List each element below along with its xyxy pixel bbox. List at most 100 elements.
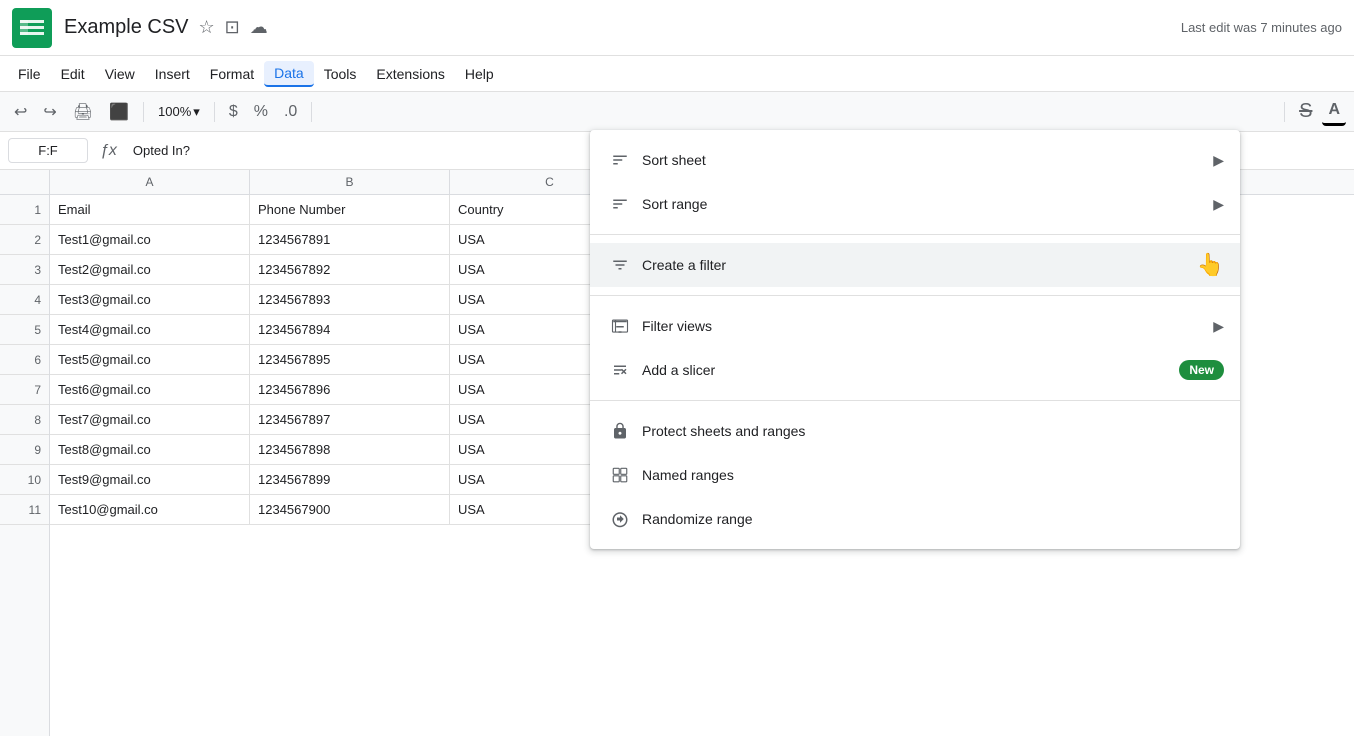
sort-sheet-arrow-icon: ▶ [1213,152,1224,169]
row-9[interactable]: 9 [0,435,49,465]
menu-item-protect-sheets[interactable]: Protect sheets and ranges [590,409,1240,453]
add-slicer-icon [606,361,634,379]
row-2[interactable]: 2 [0,225,49,255]
cell-a4[interactable]: Test3@gmail.co [50,285,250,315]
cell-b8[interactable]: 1234567897 [250,405,450,435]
cell-reference[interactable]: F:F [8,138,88,163]
divider-2 [590,295,1240,296]
currency-button[interactable]: $ [223,99,244,125]
zoom-value: 100% [158,104,191,119]
row-11[interactable]: 11 [0,495,49,525]
sort-sheet-icon [606,151,634,169]
document-title[interactable]: Example CSV [64,16,189,39]
data-dropdown-menu[interactable]: Sort sheet ▶ Sort range ▶ Create a filte… [590,130,1240,549]
cell-a9[interactable]: Test8@gmail.co [50,435,250,465]
row-numbers: 1 2 3 4 5 6 7 8 9 10 11 [0,170,50,736]
col-header-a[interactable]: A [50,170,250,194]
cell-a8[interactable]: Test7@gmail.co [50,405,250,435]
menu-edit[interactable]: Edit [51,62,95,86]
create-filter-label: Create a filter [634,257,1189,273]
divider-1 [590,234,1240,235]
star-icon[interactable]: ☆ [199,17,215,38]
cell-a1[interactable]: Email [50,195,250,225]
new-badge: New [1179,360,1224,380]
menu-view[interactable]: View [95,62,145,86]
menu-item-named-ranges[interactable]: Named ranges [590,453,1240,497]
title-icons: ☆ ⊡ ☁ [199,17,268,38]
cloud-icon[interactable]: ☁ [250,17,268,38]
redo-button[interactable]: ↪ [37,98,62,126]
row-4[interactable]: 4 [0,285,49,315]
cell-a11[interactable]: Test10@gmail.co [50,495,250,525]
menu-extensions[interactable]: Extensions [366,62,454,86]
cell-b4[interactable]: 1234567893 [250,285,450,315]
decimal-button[interactable]: .0 [278,99,303,125]
menu-item-sort-range[interactable]: Sort range ▶ [590,182,1240,226]
cell-b7[interactable]: 1234567896 [250,375,450,405]
sort-range-label: Sort range [634,196,1213,212]
cell-b6[interactable]: 1234567895 [250,345,450,375]
filter-views-arrow-icon: ▶ [1213,318,1224,335]
formula-icon: ƒx [96,142,121,160]
toolbar-divider-right [1284,102,1285,122]
row-6[interactable]: 6 [0,345,49,375]
menu-item-sort-sheet[interactable]: Sort sheet ▶ [590,138,1240,182]
cell-b11[interactable]: 1234567900 [250,495,450,525]
sort-range-icon [606,195,634,213]
cell-b1[interactable]: Phone Number [250,195,450,225]
filter-views-icon [606,317,634,335]
cursor-icon: 👆 [1197,252,1224,278]
menu-item-create-filter[interactable]: Create a filter 👆 [590,243,1240,287]
sort-range-arrow-icon: ▶ [1213,196,1224,213]
menu-item-randomize-range[interactable]: Randomize range [590,497,1240,541]
col-header-b[interactable]: B [250,170,450,194]
cell-a5[interactable]: Test4@gmail.co [50,315,250,345]
protect-sheets-icon [606,422,634,440]
row-10[interactable]: 10 [0,465,49,495]
cell-a7[interactable]: Test6@gmail.co [50,375,250,405]
row-7[interactable]: 7 [0,375,49,405]
toolbar-divider-3 [311,102,312,122]
menu-help[interactable]: Help [455,62,504,86]
menu-bar: File Edit View Insert Format Data Tools … [0,56,1354,92]
percent-button[interactable]: % [248,99,274,125]
randomize-range-icon [606,510,634,528]
cell-b2[interactable]: 1234567891 [250,225,450,255]
text-color-button[interactable]: A [1322,97,1346,126]
strikethrough-button[interactable]: S [1293,96,1318,127]
filter-views-label: Filter views [634,318,1213,334]
undo-button[interactable]: ↩ [8,98,33,126]
menu-tools[interactable]: Tools [314,62,367,86]
cell-b9[interactable]: 1234567898 [250,435,450,465]
menu-data[interactable]: Data [264,61,314,87]
named-ranges-icon [606,466,634,484]
print-button[interactable]: 🖨 [67,98,99,126]
menu-insert[interactable]: Insert [145,62,200,86]
title-bar: Example CSV ☆ ⊡ ☁ Last edit was 7 minute… [0,0,1354,56]
cell-a2[interactable]: Test1@gmail.co [50,225,250,255]
row-5[interactable]: 5 [0,315,49,345]
toolbar-divider-1 [143,102,144,122]
menu-item-add-slicer[interactable]: Add a slicer New [590,348,1240,392]
toolbar: ↩ ↪ 🖨 ⬛ 100% ▾ $ % .0 S A [0,92,1354,132]
menu-item-filter-views[interactable]: Filter views ▶ [590,304,1240,348]
cell-b10[interactable]: 1234567899 [250,465,450,495]
cell-a6[interactable]: Test5@gmail.co [50,345,250,375]
randomize-range-label: Randomize range [634,511,1224,527]
cell-a10[interactable]: Test9@gmail.co [50,465,250,495]
row-8[interactable]: 8 [0,405,49,435]
cell-b5[interactable]: 1234567894 [250,315,450,345]
protect-sheets-label: Protect sheets and ranges [634,423,1224,439]
app-logo[interactable] [12,8,52,48]
move-icon[interactable]: ⊡ [225,17,240,38]
paint-format-button[interactable]: ⬛ [103,98,135,126]
row-1[interactable]: 1 [0,195,49,225]
cell-b3[interactable]: 1234567892 [250,255,450,285]
cell-a3[interactable]: Test2@gmail.co [50,255,250,285]
zoom-selector[interactable]: 100% ▾ [152,102,206,122]
row-number-header-cell [0,170,49,195]
menu-format[interactable]: Format [200,62,264,86]
last-edit-text[interactable]: Last edit was 7 minutes ago [1181,20,1342,35]
row-3[interactable]: 3 [0,255,49,285]
menu-file[interactable]: File [8,62,51,86]
